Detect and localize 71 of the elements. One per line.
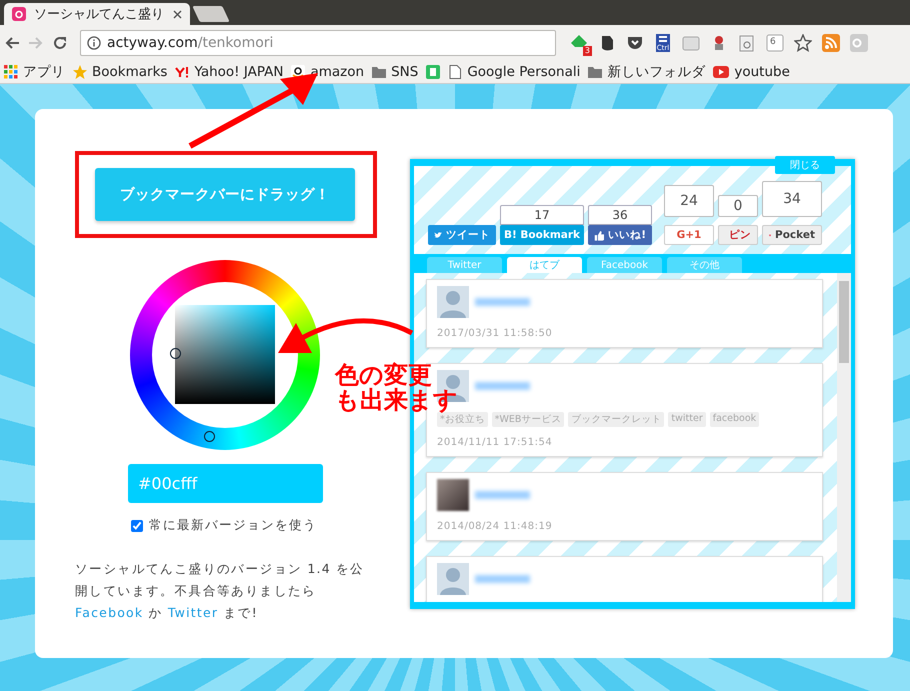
saturation-square[interactable] [175, 305, 275, 404]
icon-label: 6 [770, 36, 776, 48]
bookmark-item[interactable]: SNS [372, 64, 418, 80]
entry-date: 2017/03/31 11:58:50 [437, 328, 554, 339]
share-button[interactable]: Pocket [762, 225, 822, 245]
color-hex-field[interactable]: #00cfff [128, 464, 323, 503]
hue-marker[interactable] [204, 431, 215, 442]
reload-icon[interactable] [52, 34, 68, 50]
bookmark-item[interactable]: アプリ [4, 62, 65, 80]
tab-title: ソーシャルてんこ盛り [34, 6, 165, 23]
close-icon[interactable] [173, 10, 182, 18]
bookmark-star-icon[interactable] [794, 34, 812, 52]
document-icon[interactable] [738, 34, 756, 52]
bookmark-item[interactable]: 新しいフォルダ [588, 62, 706, 80]
color-marker[interactable] [170, 348, 181, 359]
share-count: 34 [762, 181, 822, 217]
share-count: 0 [718, 195, 758, 217]
share-count: 24 [664, 185, 714, 217]
checkbox-label: 常に最新バージョンを使う [149, 517, 317, 534]
bookmark-item[interactable]: Yahoo! JAPAN [175, 64, 284, 80]
share-button[interactable]: G+1 [664, 225, 714, 245]
share-button[interactable]: ピン [718, 225, 758, 245]
url-path: /tenkomori [198, 34, 274, 50]
avatar-icon [437, 286, 469, 318]
scrollbar[interactable] [837, 273, 851, 602]
folder-icon [372, 64, 386, 78]
share-count: 17 [500, 205, 584, 225]
apps-icon [4, 64, 18, 78]
new-tab-button[interactable] [192, 6, 230, 22]
info-icon [87, 36, 101, 50]
tag[interactable]: facebook [710, 412, 760, 427]
thumbs-up-icon [594, 228, 604, 242]
back-icon[interactable] [4, 34, 20, 50]
blurred-name [475, 298, 530, 306]
bookmark-item[interactable]: youtube [713, 64, 790, 80]
tab[interactable]: はてブ [507, 257, 582, 273]
youtube-icon [713, 64, 730, 78]
number-key-icon[interactable] [766, 34, 784, 52]
text-link[interactable]: Facebook [75, 605, 144, 620]
text-link[interactable]: Twitter [168, 605, 218, 620]
share-button[interactable]: ツイート [428, 225, 496, 245]
checkbox[interactable] [131, 520, 143, 532]
share-button[interactable]: いいね! [588, 225, 652, 245]
tag[interactable]: ブックマークレット [568, 412, 664, 427]
browser-tab[interactable]: ソーシャルてんこ盛り [4, 3, 190, 25]
star-icon [73, 64, 87, 78]
photo-placeholder [437, 479, 469, 511]
close-button[interactable]: 閉じる [775, 156, 835, 174]
kanji-key-icon[interactable] [654, 34, 672, 44]
tag[interactable]: *お役立ち [437, 412, 488, 427]
share-count: 36 [588, 205, 652, 225]
blurred-name [475, 382, 530, 390]
url-host: actyway.com [107, 34, 198, 50]
bookmark-item[interactable]: Google Personali [448, 64, 580, 80]
favicon-icon [12, 7, 26, 21]
blurred-name [475, 491, 530, 499]
share-button[interactable]: B! Bookmark [500, 225, 584, 245]
yahoo-logo-icon [175, 64, 190, 78]
tag[interactable]: *WEBサービス [492, 412, 564, 427]
description-text: ソーシャルてんこ盛りのバージョン 1.4 を公開しています。不具合等ありましたら Facebook か Twitter まで! [75, 560, 366, 622]
blurred-name [475, 575, 530, 583]
count-badge: 3 [582, 46, 592, 56]
entry-date: 2014/11/11 17:51:54 [437, 437, 554, 448]
tag[interactable]: twitter [668, 412, 706, 427]
bookmark-item[interactable]: Bookmarks [73, 64, 168, 80]
entry-date: 2014/08/24 11:48:19 [437, 521, 554, 532]
avatar-icon [437, 563, 469, 595]
bookmarklet-button[interactable]: ブックマークバーにドラッグ！ [95, 168, 355, 221]
address-bar[interactable]: actyway.com/tenkomori [80, 30, 556, 56]
page-icon [448, 64, 462, 78]
folder-icon [588, 64, 602, 78]
